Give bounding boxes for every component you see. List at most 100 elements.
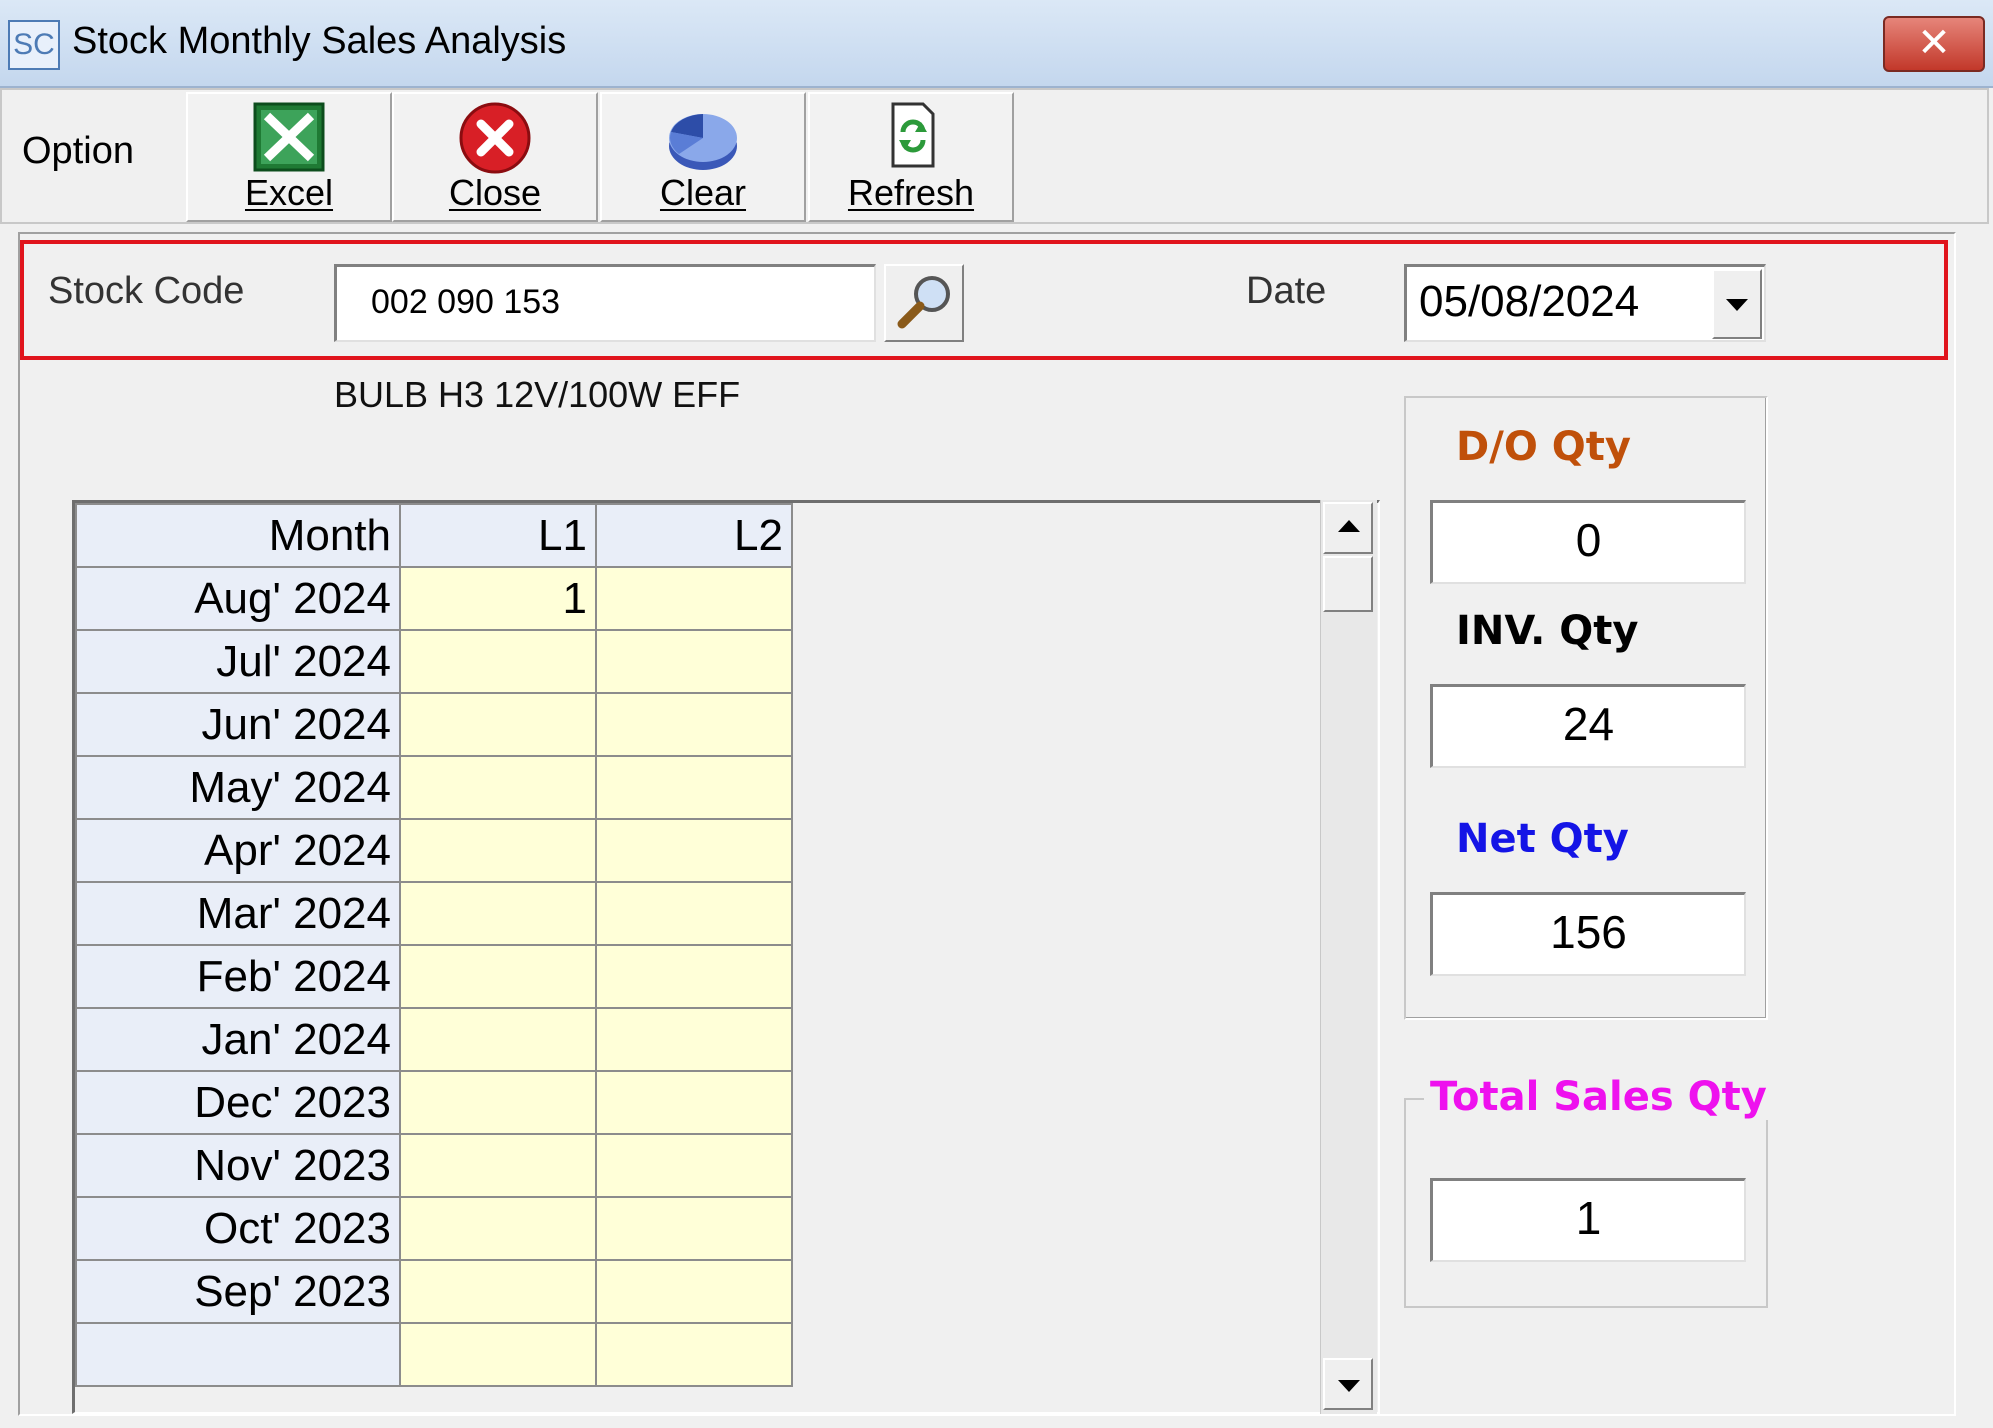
table-row[interactable]: Dec' 2023 [75, 1070, 793, 1135]
l2-cell[interactable] [595, 1322, 793, 1387]
clear-button-label: Clear [659, 172, 747, 213]
month-cell[interactable]: Jun' 2024 [75, 692, 401, 757]
close-button-label: Close [448, 172, 542, 213]
table-row[interactable]: Oct' 2023 [75, 1196, 793, 1261]
date-label: Date [1246, 270, 1327, 312]
option-label: Option [22, 130, 134, 172]
stock-code-input[interactable]: 002 090 153 [334, 264, 876, 342]
column-header-month[interactable]: Month [75, 503, 401, 568]
table-row[interactable]: Aug' 2024 1 [75, 566, 793, 631]
table-row[interactable]: Feb' 2024 [75, 944, 793, 1009]
l2-cell[interactable] [595, 1196, 793, 1261]
month-cell[interactable]: Jul' 2024 [75, 629, 401, 694]
scroll-up-button[interactable] [1323, 502, 1373, 554]
scroll-down-button[interactable] [1323, 1358, 1373, 1410]
chevron-down-icon [1726, 299, 1748, 311]
window-close-button[interactable]: ✕ [1883, 16, 1985, 72]
l2-cell[interactable] [595, 881, 793, 946]
l1-cell[interactable] [399, 818, 597, 883]
date-picker[interactable]: 05/08/2024 [1404, 264, 1766, 342]
l1-cell[interactable] [399, 755, 597, 820]
arrow-down-icon [1338, 1380, 1360, 1392]
l1-cell[interactable] [399, 692, 597, 757]
l1-cell[interactable] [399, 629, 597, 694]
refresh-button-label: Refresh [847, 172, 975, 213]
net-qty-field[interactable]: 156 [1430, 892, 1746, 976]
l1-cell[interactable] [399, 881, 597, 946]
close-button[interactable]: Close [392, 92, 598, 222]
l2-cell[interactable] [595, 1070, 793, 1135]
refresh-button[interactable]: Refresh [808, 92, 1014, 222]
month-cell[interactable]: Aug' 2024 [75, 566, 401, 631]
month-cell[interactable] [75, 1322, 401, 1387]
table-row[interactable]: Nov' 2023 [75, 1133, 793, 1198]
scroll-thumb[interactable] [1323, 556, 1373, 612]
month-cell[interactable]: Nov' 2023 [75, 1133, 401, 1198]
table-row[interactable]: Jul' 2024 [75, 629, 793, 694]
column-header-l2[interactable]: L2 [595, 503, 793, 568]
stock-description: BULB H3 12V/100W EFF [334, 374, 741, 415]
date-dropdown-button[interactable] [1712, 269, 1762, 339]
excel-button-label: Excel [244, 172, 334, 213]
search-icon [897, 276, 950, 329]
excel-button[interactable]: Excel [186, 92, 392, 222]
table-row[interactable]: Sep' 2023 [75, 1259, 793, 1324]
inv-qty-label: INV. Qty [1456, 608, 1639, 654]
table-row[interactable]: Mar' 2024 [75, 881, 793, 946]
pie-chart-icon [669, 114, 737, 170]
net-qty-label: Net Qty [1456, 816, 1629, 862]
l1-cell[interactable] [399, 1133, 597, 1198]
l1-cell[interactable] [399, 1259, 597, 1324]
l1-cell[interactable] [399, 944, 597, 1009]
table-row[interactable]: Jun' 2024 [75, 692, 793, 757]
l2-cell[interactable] [595, 692, 793, 757]
l2-cell[interactable] [595, 755, 793, 820]
l2-cell[interactable] [595, 629, 793, 694]
month-cell[interactable]: Jan' 2024 [75, 1007, 401, 1072]
table-row[interactable]: May' 2024 [75, 755, 793, 820]
table-row[interactable]: Jan' 2024 [75, 1007, 793, 1072]
l2-cell[interactable] [595, 566, 793, 631]
month-cell[interactable]: May' 2024 [75, 755, 401, 820]
stock-search-button[interactable] [884, 264, 964, 342]
table-header-row: Month L1 L2 [75, 503, 793, 568]
sales-table: Month L1 L2 Aug' 2024 1 Jul' 2024 Jun' 2024… [75, 503, 793, 1387]
l2-cell[interactable] [595, 1007, 793, 1072]
l1-cell[interactable] [399, 1070, 597, 1135]
l2-cell[interactable] [595, 1133, 793, 1198]
inv-qty-field[interactable]: 24 [1430, 684, 1746, 768]
toolbar: Option Excel Close Clear Refresh [0, 88, 1989, 224]
month-cell[interactable]: Dec' 2023 [75, 1070, 401, 1135]
excel-icon [253, 102, 325, 172]
table-body: Aug' 2024 1 Jul' 2024 Jun' 2024 May' 2024 Apr… [75, 566, 793, 1387]
monthly-sales-grid[interactable]: Month L1 L2 Aug' 2024 1 Jul' 2024 Jun' 2024… [72, 500, 1380, 1414]
clear-button[interactable]: Clear [600, 92, 806, 222]
column-header-l1[interactable]: L1 [399, 503, 597, 568]
l1-cell[interactable] [399, 1322, 597, 1387]
close-circle-icon [459, 102, 531, 174]
l2-cell[interactable] [595, 818, 793, 883]
stock-code-label: Stock Code [48, 270, 245, 312]
date-value: 05/08/2024 [1419, 277, 1640, 326]
l1-cell[interactable]: 1 [399, 566, 597, 631]
l1-cell[interactable] [399, 1196, 597, 1261]
l2-cell[interactable] [595, 944, 793, 1009]
title-bar: SC Stock Monthly Sales Analysis ✕ [0, 0, 1993, 88]
window-title: Stock Monthly Sales Analysis [72, 20, 567, 62]
do-qty-field[interactable]: 0 [1430, 500, 1746, 584]
refresh-document-icon [891, 102, 935, 168]
month-cell[interactable]: Oct' 2023 [75, 1196, 401, 1261]
table-row[interactable] [75, 1322, 793, 1387]
arrow-up-icon [1338, 520, 1360, 532]
table-row[interactable]: Apr' 2024 [75, 818, 793, 883]
app-icon: SC [8, 20, 60, 70]
month-cell[interactable]: Feb' 2024 [75, 944, 401, 1009]
month-cell[interactable]: Sep' 2023 [75, 1259, 401, 1324]
month-cell[interactable]: Apr' 2024 [75, 818, 401, 883]
l1-cell[interactable] [399, 1007, 597, 1072]
grid-vertical-scrollbar[interactable] [1320, 500, 1377, 1414]
total-sales-field[interactable]: 1 [1430, 1178, 1746, 1262]
month-cell[interactable]: Mar' 2024 [75, 881, 401, 946]
l2-cell[interactable] [595, 1259, 793, 1324]
do-qty-label: D/O Qty [1456, 424, 1631, 470]
